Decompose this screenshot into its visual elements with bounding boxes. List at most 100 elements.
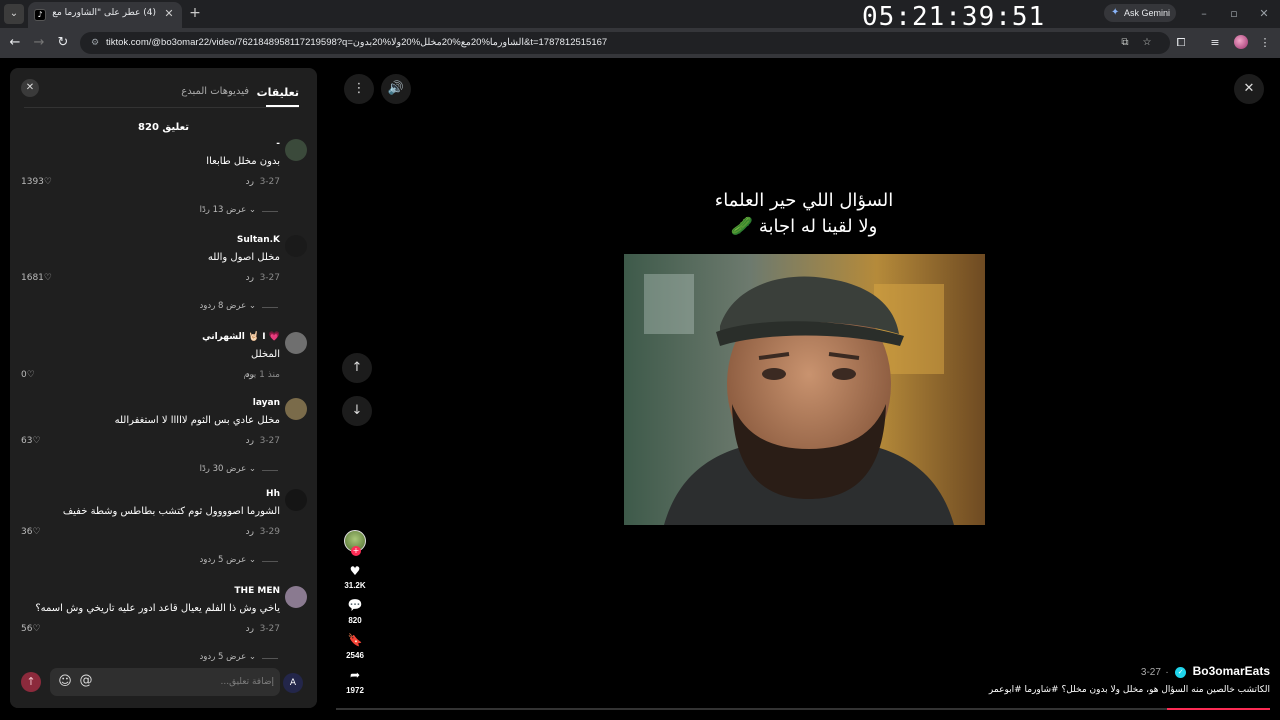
close-video-icon[interactable]: ✕ <box>1234 74 1264 104</box>
comment-meta: 3-29 رد <box>140 527 280 539</box>
reply-button[interactable]: رد <box>246 370 254 380</box>
commenter-username[interactable]: Hh <box>266 489 280 499</box>
volume-icon[interactable]: 🔊 <box>381 74 411 104</box>
comment-meta: 3-27 رد <box>140 273 280 285</box>
tab-close-icon[interactable]: ✕ <box>162 7 176 21</box>
commenter-avatar[interactable] <box>285 398 307 420</box>
view-replies-label: ⌄ عرض 13 ردًا <box>200 205 256 215</box>
install-app-icon[interactable]: ⧉ <box>1118 36 1132 50</box>
reply-button[interactable]: رد <box>246 436 254 446</box>
comment-count-badge: 820 <box>348 616 362 625</box>
comment-input-box[interactable]: ☺ @ <box>50 668 280 696</box>
post-date: 3-27 <box>1140 667 1161 678</box>
browser-tab-active[interactable]: ♪ (4) عطر على "الشاورما مع مخل... ✕ <box>28 2 182 28</box>
my-avatar[interactable]: A <box>283 673 303 693</box>
comment-like-count: 1681 <box>21 273 44 283</box>
browser-menu-icon[interactable]: ⋮ <box>1256 34 1274 52</box>
ask-gemini-button[interactable]: ✦ Ask Gemini <box>1104 4 1176 22</box>
bookmark-icon[interactable]: 🔖 <box>340 633 370 647</box>
next-video-arrow-icon[interactable]: ↓ <box>342 396 372 426</box>
minimize-icon[interactable]: – <box>1196 6 1212 22</box>
view-replies-button[interactable]: ⌄ عرض 8 ردود <box>196 301 278 313</box>
replies-divider-line <box>262 470 278 471</box>
like-heart-icon[interactable]: ♥ <box>340 564 370 578</box>
commenter-username[interactable]: THE MEN <box>234 586 280 596</box>
mention-icon[interactable]: @ <box>78 673 94 689</box>
chevron-down-icon: ⌄ <box>246 205 256 215</box>
video-still-image <box>624 254 985 525</box>
comment-like-button[interactable]: 36♡ <box>21 527 41 537</box>
view-replies-button[interactable]: ⌄ عرض 5 ردود <box>196 555 278 567</box>
comment-like-button[interactable]: 63♡ <box>21 436 41 446</box>
chevron-down-icon: ⌄ <box>246 301 256 311</box>
tab-comments[interactable]: تعليقات <box>257 86 299 99</box>
video-frame[interactable] <box>624 254 985 525</box>
new-tab-button[interactable]: + <box>187 5 203 21</box>
site-info-icon[interactable]: ⚙ <box>88 36 102 50</box>
tab-creator-videos[interactable]: فيديوهات المبدع <box>181 86 249 97</box>
url-text[interactable]: tiktok.com/@bo3omar22/video/762184895811… <box>106 37 607 48</box>
view-replies-button[interactable]: ⌄ عرض 13 ردًا <box>196 205 278 217</box>
comment-like-button[interactable]: 56♡ <box>21 624 41 634</box>
gemini-spark-icon: ✦ <box>1111 7 1120 18</box>
commenter-avatar[interactable] <box>285 332 307 354</box>
view-replies-button[interactable]: ⌄ عرض 30 ردًا <box>196 464 278 476</box>
commenter-avatar[interactable] <box>285 235 307 257</box>
comment-text: الشورما اصوووول ثوم كتشب بطاطس وشطة خفيف <box>62 506 280 517</box>
commenter-avatar[interactable] <box>285 139 307 161</box>
comment-like-button[interactable]: 0♡ <box>21 370 35 380</box>
replies-count-text: عرض 5 ردود <box>199 555 247 565</box>
emoji-icon[interactable]: ☺ <box>57 674 73 690</box>
tab-search-chevron-icon[interactable]: ⌄ <box>4 4 24 24</box>
creator-name[interactable]: Bo3omarEats <box>1193 664 1270 678</box>
comment-meta: منذ 1 يوم رد <box>140 370 280 382</box>
address-bar[interactable]: ⚙ tiktok.com/@bo3omar22/video/7621848958… <box>80 32 1170 54</box>
profile-avatar[interactable] <box>1234 35 1248 49</box>
video-progress-bar[interactable] <box>336 708 1270 710</box>
reading-list-icon[interactable]: ≡ <box>1206 34 1224 52</box>
comment-bubble-icon[interactable]: 💬 <box>340 598 370 612</box>
comment-input[interactable] <box>100 673 274 691</box>
comment-like-button[interactable]: 1681♡ <box>21 273 52 283</box>
video-description: الكاتشب خالصين منه السؤال هو، مخلل ولا ب… <box>988 685 1270 695</box>
reply-button[interactable]: رد <box>246 624 254 634</box>
browser-tab-bar: ⌄ ♪ (4) عطر على "الشاورما مع مخل... ✕ + … <box>0 0 1280 32</box>
comment-like-button[interactable]: 1393♡ <box>21 177 52 187</box>
commenter-avatar[interactable] <box>285 586 307 608</box>
view-replies-button[interactable]: ⌄ عرض 5 ردود <box>196 652 278 664</box>
maximize-icon[interactable]: ▫ <box>1226 6 1242 22</box>
commenter-username[interactable]: الشهراني 🤘🏻 I 💗 <box>202 332 280 342</box>
comment-text: المخلل <box>251 349 280 360</box>
send-arrow-icon[interactable]: ↑ <box>21 672 41 692</box>
window-close-icon[interactable]: ✕ <box>1256 6 1272 22</box>
share-count: 1972 <box>346 686 364 695</box>
reply-button[interactable]: رد <box>246 527 254 537</box>
reply-button[interactable]: رد <box>246 177 254 187</box>
creator-info: 3-27 · ✓ Bo3omarEats <box>1140 662 1270 678</box>
more-options-icon[interactable]: ⋮ <box>344 74 374 104</box>
bookmark-star-icon[interactable]: ☆ <box>1140 36 1154 50</box>
browser-toolbar: ← → ↻ ⚙ tiktok.com/@bo3omar22/video/7621… <box>0 28 1280 58</box>
share-arrow-icon[interactable]: ➦ <box>340 668 370 682</box>
commenter-username[interactable]: Sultan.K <box>237 235 280 245</box>
comment-composer: ↑ ☺ @ A <box>10 665 317 708</box>
reply-button[interactable]: رد <box>246 273 254 283</box>
comment-item: Hh الشورما اصوووول ثوم كتشب بطاطس وشطة خف… <box>10 489 317 581</box>
extensions-icon[interactable]: ⧠ <box>1172 34 1190 52</box>
view-replies-label: ⌄ عرض 30 ردًا <box>200 464 256 474</box>
close-panel-icon[interactable]: ✕ <box>21 79 39 97</box>
reload-icon[interactable]: ↻ <box>54 34 72 52</box>
commenter-username[interactable]: layan <box>253 398 280 408</box>
follow-plus-icon[interactable]: + <box>351 546 361 556</box>
forward-arrow-icon[interactable]: → <box>30 34 48 52</box>
video-caption-line-1: السؤال اللي حير العلماء <box>714 190 894 211</box>
previous-video-arrow-icon[interactable]: ↑ <box>342 353 372 383</box>
comment-text: ياخي وش ذا الفلم يعيال قاعد ادور عليه تا… <box>35 603 280 614</box>
commenter-username[interactable]: - <box>276 139 280 149</box>
comment-meta: 3-27 رد <box>140 177 280 189</box>
commenter-avatar[interactable] <box>285 489 307 511</box>
comment-text: مخلل اصول والله <box>207 252 280 263</box>
comment-item: Sultan.K مخلل اصول والله 3-27 رد 1681♡ ⌄ عرض … <box>10 235 317 327</box>
chevron-down-icon: ⌄ <box>246 555 256 565</box>
back-arrow-icon[interactable]: ← <box>6 34 24 52</box>
